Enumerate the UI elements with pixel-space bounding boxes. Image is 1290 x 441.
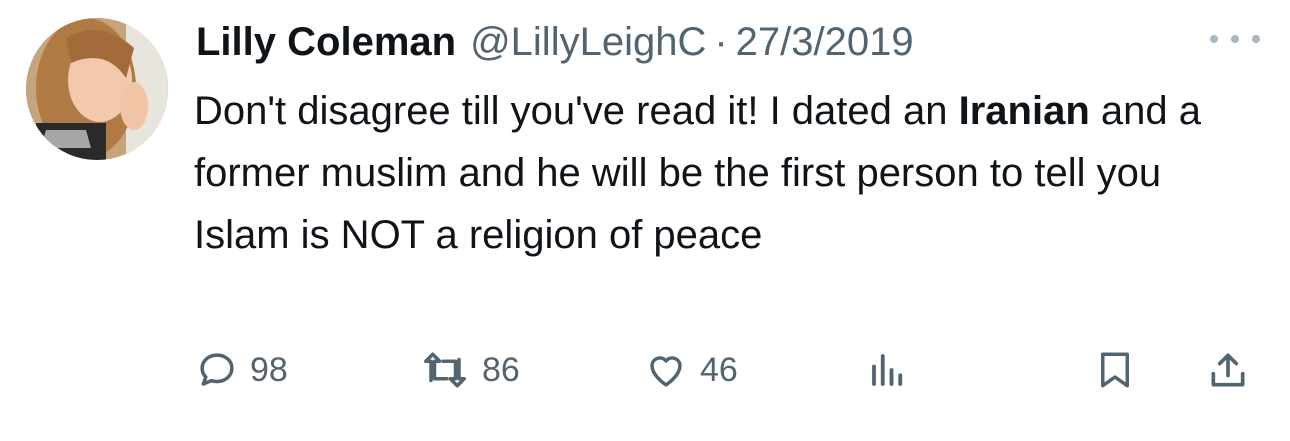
like-count: 46 — [700, 350, 738, 389]
views-icon — [872, 354, 903, 386]
views-button[interactable] — [866, 340, 910, 400]
bookmark-icon — [1101, 352, 1129, 388]
reply-button[interactable]: 98 — [196, 340, 288, 400]
retweet-count: 86 — [482, 350, 520, 389]
tweet-text: Don't disagree till you've read it! I da… — [194, 80, 1254, 266]
more-icon[interactable] — [1210, 24, 1260, 54]
more-dot — [1252, 35, 1260, 43]
more-dot — [1231, 35, 1239, 43]
author-handle[interactable]: @LillyLeighC — [470, 20, 706, 65]
more-dot — [1210, 35, 1218, 43]
separator: · — [714, 19, 728, 64]
tweet-text-part1: Don't disagree till you've read it! I da… — [194, 89, 959, 133]
bookmark-button[interactable] — [1094, 340, 1136, 400]
like-button[interactable]: 46 — [644, 340, 738, 400]
like-icon — [650, 356, 682, 387]
reply-icon — [200, 353, 234, 386]
reply-count: 98 — [250, 350, 288, 389]
avatar-image — [26, 18, 168, 160]
tweet-text-bold: Iranian — [958, 89, 1090, 133]
retweet-icon — [424, 352, 466, 388]
action-bar: 98 86 46 — [0, 340, 1290, 400]
tweet-date[interactable]: 27/3/2019 — [736, 20, 914, 65]
tweet-header: Lilly Coleman @LillyLeighC · 27/3/2019 — [196, 14, 914, 70]
share-icon — [1211, 353, 1245, 387]
avatar[interactable] — [26, 18, 168, 160]
author-name[interactable]: Lilly Coleman — [196, 20, 456, 65]
share-button[interactable] — [1206, 340, 1250, 400]
retweet-button[interactable]: 86 — [420, 340, 520, 400]
